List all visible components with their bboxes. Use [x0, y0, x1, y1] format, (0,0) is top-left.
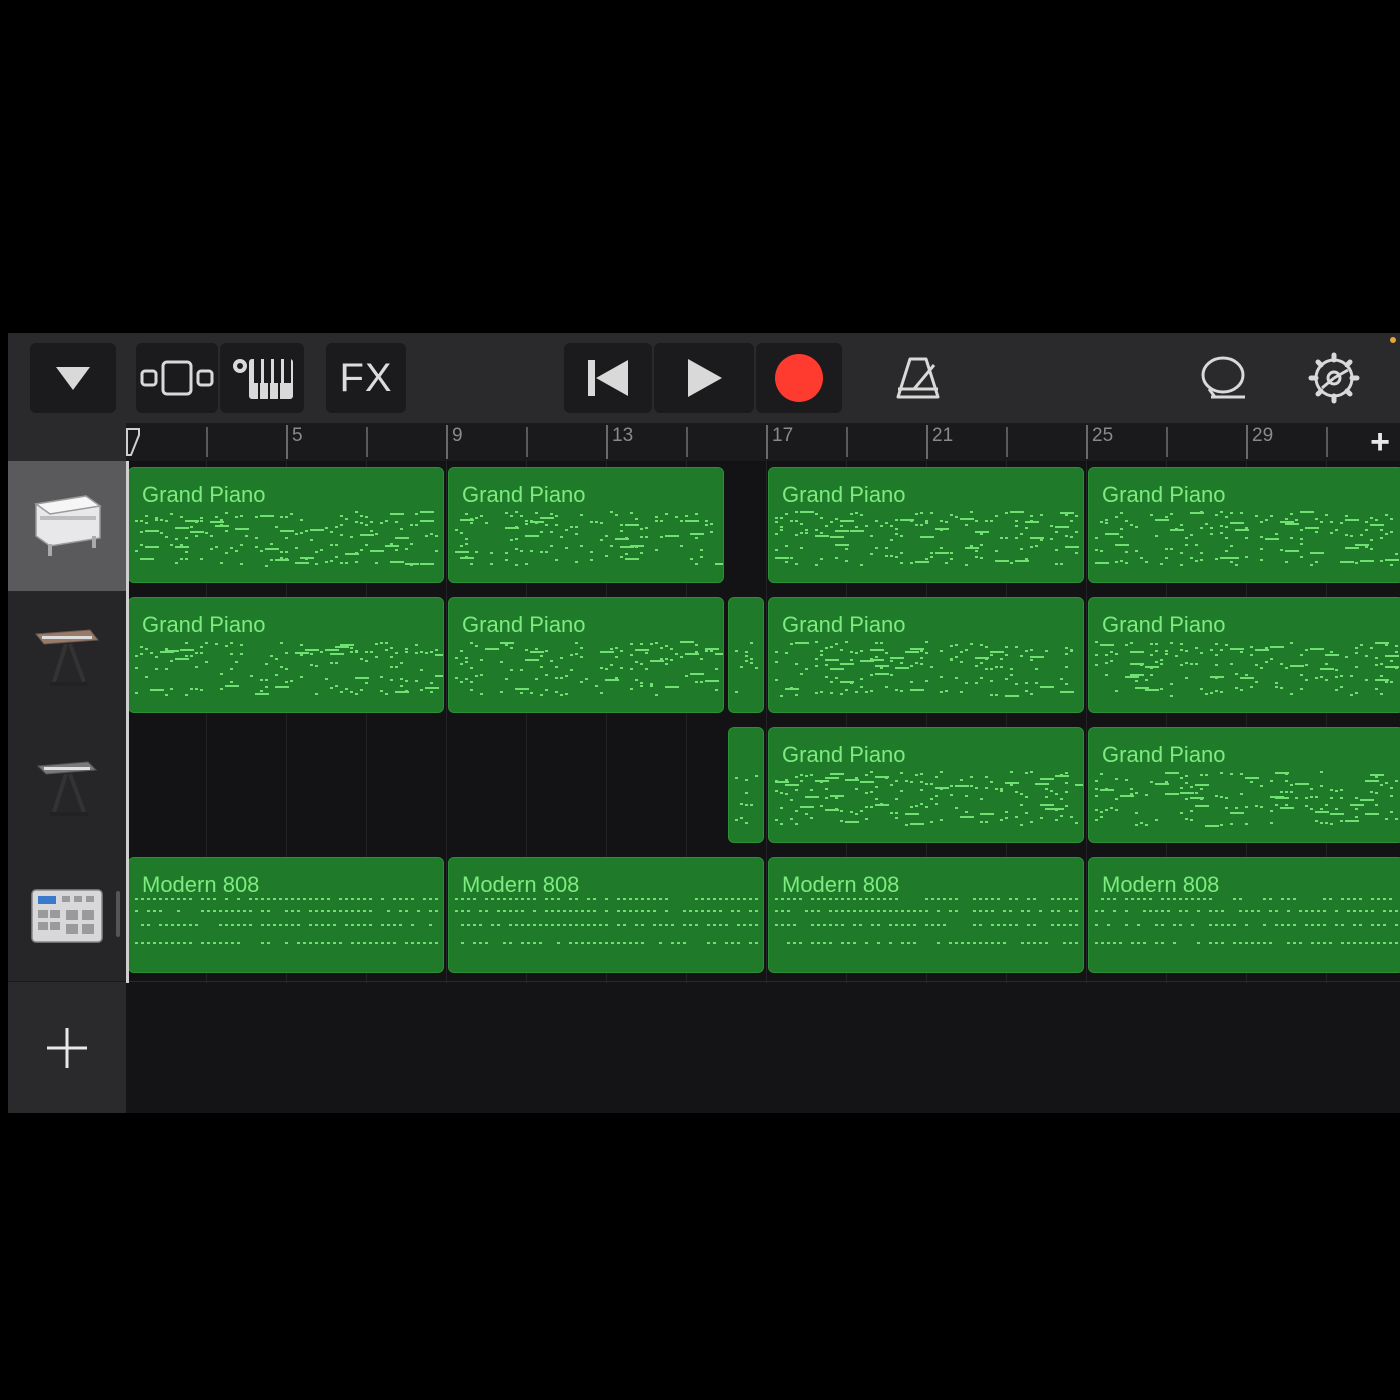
region[interactable]: Grand Piano [128, 467, 444, 583]
loop-browser-button[interactable] [1184, 343, 1264, 413]
ruler-tick [926, 425, 928, 459]
ruler-tick [286, 425, 288, 459]
grid-line [1086, 461, 1087, 983]
region[interactable]: Grand Piano [448, 467, 724, 583]
track-header-1[interactable] [8, 461, 126, 592]
ruler-bar-label: 9 [452, 425, 463, 446]
track-header-2[interactable] [8, 591, 126, 722]
ruler-tick [206, 427, 208, 457]
loop-icon [1201, 356, 1245, 399]
region[interactable]: Modern 808 [1088, 857, 1400, 973]
add-track-button[interactable] [8, 983, 126, 1113]
grid-line [446, 461, 447, 983]
region-label: Modern 808 [462, 872, 580, 897]
ruler-tick [1326, 427, 1328, 457]
region-label: Modern 808 [782, 872, 900, 897]
region[interactable]: Grand Piano [768, 467, 1084, 583]
metronome-button[interactable] [876, 343, 960, 413]
region-label: Modern 808 [142, 872, 260, 897]
grand-piano-icon [34, 495, 102, 556]
triangle-down-icon [56, 367, 90, 390]
tracks-view-icon [140, 360, 214, 396]
ruler-tick [1006, 427, 1008, 457]
ruler-bar-label: 17 [772, 425, 794, 446]
toolbar: FX [8, 333, 1400, 423]
region[interactable]: Grand Piano [1088, 467, 1400, 583]
region[interactable]: Modern 808 [128, 857, 444, 973]
ruler-tick [446, 425, 448, 459]
track-header-4[interactable] [8, 851, 126, 982]
ruler-tick [526, 427, 528, 457]
fx-label: FX [339, 355, 393, 400]
ruler-header [8, 423, 126, 461]
metronome-icon [896, 357, 940, 399]
ruler-tick [1166, 427, 1168, 457]
track-headers [8, 461, 126, 1113]
region[interactable]: Modern 808 [448, 857, 764, 973]
garageband-window: FX 5 9 13 17 21 25 29 + Grand Piano Gran… [8, 333, 1400, 1113]
midi-notes [735, 642, 758, 693]
ruler-tick [606, 425, 608, 459]
settings-button[interactable] [1294, 343, 1374, 413]
ruler-tick [766, 425, 768, 459]
track-header-3[interactable] [8, 721, 126, 852]
ruler-tick [366, 427, 368, 457]
region-label: Grand Piano [462, 482, 586, 507]
region-label: Grand Piano [142, 482, 266, 507]
region-label: Grand Piano [462, 612, 586, 637]
region-label: Grand Piano [782, 612, 906, 637]
region-label: Grand Piano [1102, 612, 1226, 637]
ruler-bar-label: 13 [612, 425, 634, 446]
record-button[interactable] [756, 343, 842, 413]
track-header-resize-handle[interactable] [116, 891, 120, 937]
ruler-bar-label: 29 [1252, 425, 1274, 446]
region-label: Modern 808 [1102, 872, 1220, 897]
gear-icon [1308, 352, 1360, 404]
keyboard-settings-icon [233, 359, 293, 399]
region-label: Grand Piano [782, 482, 906, 507]
ruler-tick [1086, 425, 1088, 459]
browser-view-button[interactable] [136, 343, 218, 413]
drum-machine-icon [31, 889, 103, 943]
ruler-tick [686, 427, 688, 457]
electric-piano-icon [35, 629, 99, 686]
region[interactable]: Modern 808 [768, 857, 1084, 973]
region[interactable]: Grand Piano [768, 727, 1084, 843]
region-label: Grand Piano [1102, 482, 1226, 507]
playhead[interactable] [126, 461, 129, 983]
go-to-beginning-button[interactable] [564, 343, 652, 413]
ruler-bar-label: 5 [292, 425, 303, 446]
ruler-tick [846, 427, 848, 457]
region[interactable]: Grand Piano [448, 597, 724, 713]
timeline-ruler[interactable]: 5 9 13 17 21 25 29 + [8, 423, 1400, 461]
track-controls-button[interactable] [220, 343, 304, 413]
play-icon [688, 359, 722, 397]
region-label: Grand Piano [1102, 742, 1226, 767]
add-section-button[interactable]: + [1370, 423, 1390, 462]
ruler-bar-label: 21 [932, 425, 954, 446]
plus-icon [47, 1028, 87, 1068]
record-icon [775, 354, 823, 402]
activity-indicator [1390, 337, 1396, 343]
region[interactable]: Grand Piano [768, 597, 1084, 713]
play-button[interactable] [654, 343, 754, 413]
grid-line [766, 461, 767, 983]
region[interactable] [728, 727, 764, 843]
region[interactable] [728, 597, 764, 713]
region-label: Grand Piano [142, 612, 266, 637]
tracks-area[interactable]: Grand Piano Grand Piano Grand Piano Grand P… [126, 461, 1400, 1113]
keyboard-stand-icon [36, 761, 98, 816]
ruler-bar-label: 25 [1092, 425, 1114, 446]
my-songs-button[interactable] [30, 343, 116, 413]
region-label: Grand Piano [782, 742, 906, 767]
fx-button[interactable]: FX [326, 343, 406, 413]
midi-notes [735, 775, 758, 824]
skip-back-icon [588, 360, 628, 396]
playhead-handle[interactable] [126, 427, 140, 457]
region[interactable]: Grand Piano [1088, 597, 1400, 713]
region[interactable]: Grand Piano [128, 597, 444, 713]
ruler-tick [1246, 425, 1248, 459]
region[interactable]: Grand Piano [1088, 727, 1400, 843]
